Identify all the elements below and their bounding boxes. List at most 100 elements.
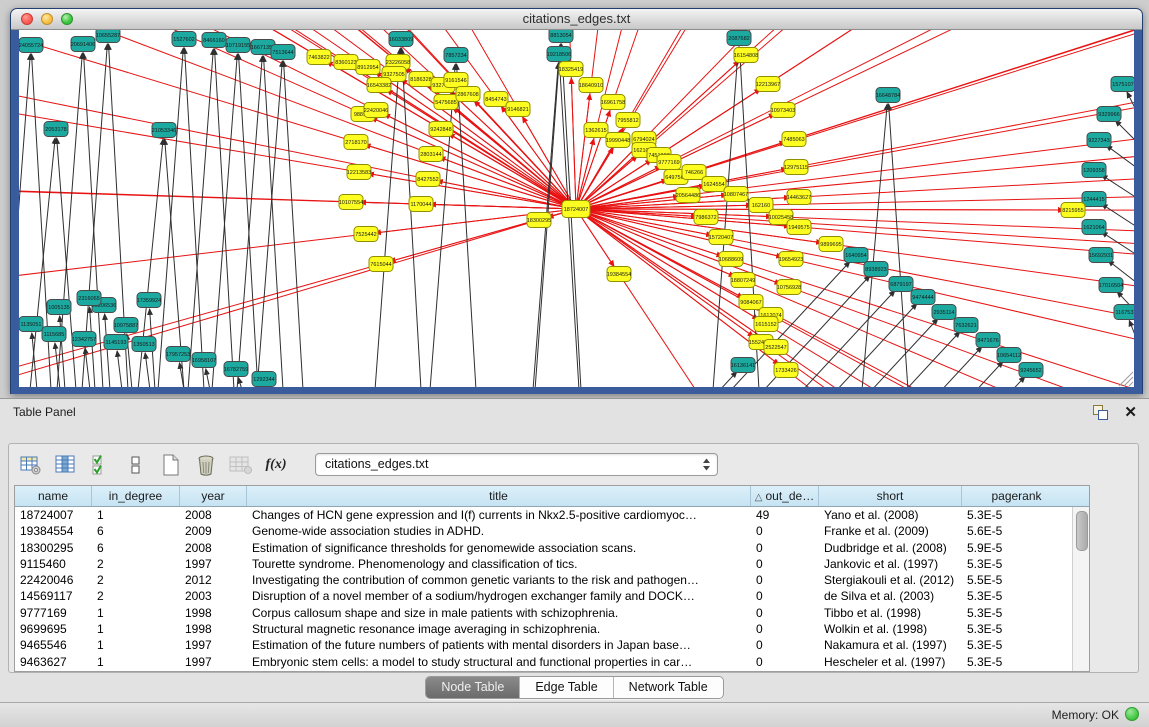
table-cell[interactable]: 1997 [180,654,247,670]
new-document-icon[interactable] [159,454,183,476]
table-cell[interactable]: 0 [751,540,819,556]
table-cell[interactable]: 2 [92,572,180,588]
graph-node[interactable]: 16033809 [389,32,413,47]
graph-node[interactable]: 2087682 [727,31,751,46]
graph-node[interactable]: 9329966 [1097,107,1121,122]
table-cell[interactable]: 19384554 [15,523,92,539]
graph-node[interactable]: 10975887 [114,318,138,333]
graph-node[interactable]: 19654923 [779,252,803,267]
table-cell[interactable]: Embryonic stem cells: a model to study s… [247,654,751,670]
graph-node[interactable]: 5475685 [434,95,458,110]
table-cell[interactable]: Disruption of a novel member of a sodium… [247,588,751,604]
table-row[interactable]: 946554611997Estimation of the future num… [15,637,1073,653]
table-cell[interactable]: 6 [92,540,180,556]
table-cell[interactable]: 1 [92,621,180,637]
graph-node[interactable]: 16961758 [601,95,625,110]
graph-node[interactable]: 12213583 [347,165,371,180]
table-cell[interactable]: 14569117 [15,588,92,604]
table-cell[interactable]: 0 [751,523,819,539]
column-header-out_de[interactable]: △out_de… [751,486,819,506]
graph-node[interactable]: 2053178 [44,122,68,137]
table-row[interactable]: 946362711997Embryonic stem cells: a mode… [15,654,1073,670]
table-cell[interactable]: Estimation of the future numbers of pati… [247,637,751,653]
table-cell[interactable]: 1 [92,654,180,670]
delete-trash-icon[interactable] [194,454,218,476]
graph-node[interactable]: 9474444 [911,290,935,305]
column-header-in_degree[interactable]: in_degree [92,486,180,506]
graph-node[interactable]: 8454743 [484,92,508,107]
graph-node[interactable]: 10654112 [997,348,1021,363]
graph-node[interactable]: 10807467 [724,187,748,202]
graph-node[interactable]: 1350513 [132,337,156,352]
table-cell[interactable]: 2008 [180,540,247,556]
table-cell[interactable]: Structural magnetic resonance image aver… [247,621,751,637]
table-cell[interactable]: Stergiakouli et al. (2012) [819,572,962,588]
table-cell[interactable]: Estimation of significance thresholds fo… [247,540,751,556]
resize-grip-icon[interactable] [1119,372,1133,386]
graph-node[interactable]: 19218506 [547,47,571,62]
table-cell[interactable]: 5.3E-5 [962,654,1071,670]
graph-node[interactable]: 12975115 [784,160,808,175]
graph-node[interactable]: 746266 [682,165,706,180]
graph-node[interactable]: 1949575 [787,220,811,235]
table-cell[interactable]: 9699695 [15,621,92,637]
graph-node[interactable]: 1135051 [19,317,43,332]
graph-node[interactable]: 2718170 [344,135,368,150]
table-cell[interactable]: Jankovic et al. (1997) [819,556,962,572]
graph-node[interactable]: 16958107 [192,353,216,368]
table-cell[interactable]: Genome-wide association studies in ADHD. [247,523,751,539]
graph-node[interactable]: 6879197 [889,277,913,292]
table-cell[interactable]: Franke et al. (2009) [819,523,962,539]
table-cell[interactable]: 22420046 [15,572,92,588]
table-cell[interactable]: 9463627 [15,654,92,670]
graph-node[interactable]: 16782759 [224,362,248,377]
graph-node[interactable]: 10973403 [771,103,795,118]
tab-network-table[interactable]: Network Table [613,677,723,698]
table-cell[interactable]: 2008 [180,507,247,523]
graph-node[interactable]: 9227343 [1087,133,1111,148]
table-cell[interactable]: 2 [92,588,180,604]
table-cell[interactable]: 6 [92,523,180,539]
table-cell[interactable]: 1 [92,605,180,621]
graph-node[interactable]: 17359924 [137,293,161,308]
table-row[interactable]: 977716911998Corpus callosum shape and si… [15,605,1073,621]
graph-node[interactable]: 18325419 [559,62,583,77]
select-columns-icon[interactable] [54,454,78,476]
graph-node[interactable]: 12213967 [756,77,780,92]
table-row[interactable]: 1938455462009Genome-wide association stu… [15,523,1073,539]
graph-node[interactable]: 12342757 [72,332,96,347]
graph-node[interactable]: 22420046 [364,103,388,118]
graph-node[interactable]: 1170044 [409,197,433,212]
graph-node[interactable]: 1621064 [1082,220,1106,235]
scrollbar-thumb[interactable] [1076,511,1088,551]
graph-node[interactable]: 17957253 [166,347,190,362]
graph-node[interactable]: 16648784 [876,88,900,103]
table-cell[interactable]: 49 [751,507,819,523]
table-cell[interactable]: 0 [751,572,819,588]
graph-node[interactable]: 21053346 [152,123,176,138]
table-cell[interactable]: 5.9E-5 [962,540,1071,556]
graph-node[interactable]: 1209358 [1082,163,1106,178]
table-cell[interactable]: 0 [751,588,819,604]
table-cell[interactable]: Hescheler et al. (1997) [819,654,962,670]
graph-node[interactable]: 9245652 [1019,363,1043,378]
graph-node[interactable]: 1167533 [1114,305,1134,320]
network-graph[interactable]: 2405572420691406106552871527602846616010… [19,30,1134,387]
graph-node[interactable]: 20691406 [71,37,95,52]
table-cell[interactable]: 18300295 [15,540,92,556]
table-cell[interactable]: 0 [751,621,819,637]
table-cell[interactable]: 5.3E-5 [962,588,1071,604]
graph-node[interactable]: 2935114 [932,305,956,320]
float-panel-icon[interactable] [1093,405,1108,420]
table-cell[interactable]: 2 [92,556,180,572]
column-header-title[interactable]: title [247,486,751,506]
table-cell[interactable]: 0 [751,654,819,670]
column-header-pagerank[interactable]: pagerank [962,486,1071,506]
table-row[interactable]: 1456911722003Disruption of a novel membe… [15,588,1073,604]
graph-node[interactable]: 8466160 [202,33,226,48]
graph-node[interactable]: 10107554 [339,195,363,210]
table-row[interactable]: 1830029562008Estimation of significance … [15,540,1073,556]
zoom-window-button[interactable] [61,13,73,25]
graph-node[interactable]: 2867608 [456,87,480,102]
table-cell[interactable]: Tibbo et al. (1998) [819,605,962,621]
